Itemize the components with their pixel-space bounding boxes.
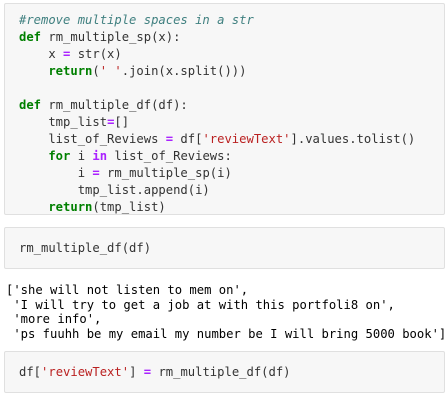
operator: = <box>92 166 100 180</box>
code-text: tmp_list <box>19 115 108 129</box>
code-text: .join(x.split())) <box>121 64 247 78</box>
string-literal: ' ' <box>99 64 122 78</box>
code-text: rm_multiple_df(df) <box>19 241 152 255</box>
code-text: ] <box>129 365 144 379</box>
code-text: rm_multiple_sp(i) <box>99 166 232 180</box>
code-text: tmp_list.append(i) <box>19 183 210 197</box>
code-cell-call-function[interactable]: rm_multiple_df(df) <box>4 227 445 269</box>
code-comment: #remove multiple spaces in a str <box>19 13 254 27</box>
output-text: ['she will not listen to mem on', 'I wil… <box>6 283 446 341</box>
keyword-for: for <box>19 149 71 163</box>
operator: = <box>165 132 174 146</box>
code-text: rm_multiple_df(df) <box>151 365 291 379</box>
keyword-return: return <box>19 64 93 78</box>
code-text: ].values.tolist() <box>290 132 416 146</box>
code-text: rm_multiple_df(df): <box>41 98 188 112</box>
code-editor[interactable]: rm_multiple_df(df) <box>5 228 444 257</box>
keyword-def: def <box>19 30 42 44</box>
code-text: df[ <box>19 365 42 379</box>
output-line: 'I will try to get a job at with this po… <box>6 297 395 312</box>
code-text: i <box>19 166 93 180</box>
string-literal: 'reviewText' <box>41 365 130 379</box>
code-text: list_of_Reviews <box>19 132 166 146</box>
keyword-return: return <box>19 200 93 214</box>
code-text: str(x) <box>70 47 122 61</box>
operator: = <box>143 365 152 379</box>
code-cell-function-definitions[interactable]: #remove multiple spaces in a str def rm_… <box>4 3 445 215</box>
code-text: [] <box>114 115 130 129</box>
code-editor[interactable]: #remove multiple spaces in a str def rm_… <box>5 4 444 216</box>
code-text: x <box>19 47 64 61</box>
keyword-in: in <box>92 149 108 163</box>
output-line: ['she will not listen to mem on', <box>6 283 249 297</box>
code-text: df[ <box>173 132 203 146</box>
code-text: i <box>70 149 93 163</box>
output-line: 'ps fuuhh be my email my number be I wil… <box>6 326 446 341</box>
code-text: ( <box>92 64 100 78</box>
code-editor[interactable]: df['reviewText'] = rm_multiple_df(df) <box>5 352 444 381</box>
keyword-def: def <box>19 98 42 112</box>
output-line: 'more info', <box>6 312 102 327</box>
code-text: (tmp_list) <box>92 200 166 214</box>
string-literal: 'reviewText' <box>202 132 291 146</box>
code-cell-assign-column[interactable]: df['reviewText'] = rm_multiple_df(df) <box>4 351 445 393</box>
code-text: list_of_Reviews: <box>107 149 232 163</box>
cell-output: ['she will not listen to mem on', 'I wil… <box>6 283 446 343</box>
code-text: rm_multiple_sp(x): <box>41 30 181 44</box>
